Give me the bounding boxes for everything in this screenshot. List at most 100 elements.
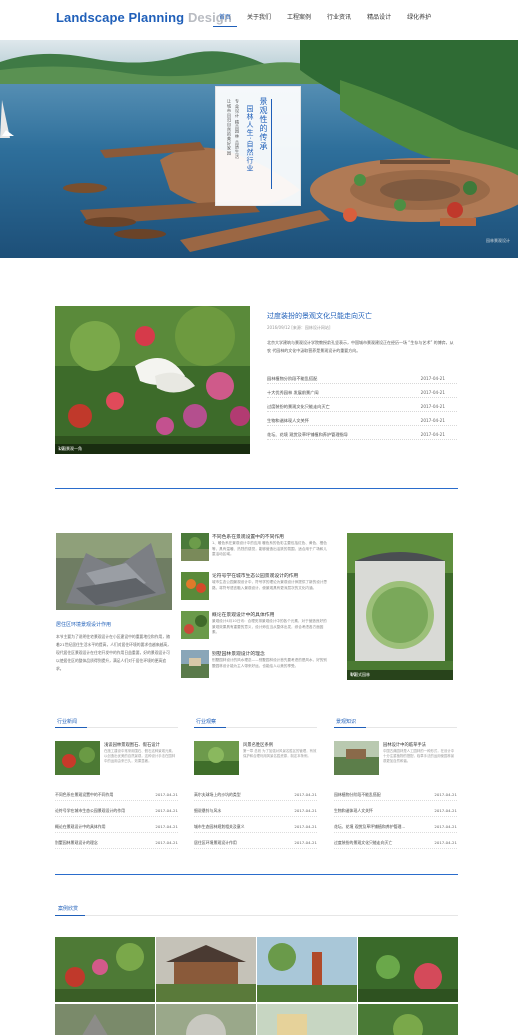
banner-headline: 景观性的传承 — [259, 97, 268, 151]
column-tab[interactable]: 行业观察 — [196, 718, 216, 725]
list-item[interactable]: 十大优秀园林 发展前景广阔 2017-04-21 — [267, 384, 457, 398]
nav-item-about[interactable]: 关于我们 — [239, 10, 279, 28]
feature-meta: 2016/09/12 [来源：园林设计网站] — [267, 325, 331, 330]
list-item-date: 2017-04-21 — [434, 792, 457, 797]
list-item-title: 园林植物分阶段不能乱搭配 — [334, 792, 381, 797]
list-item[interactable]: 园林植物分阶段不能乱搭配 2017-04-21 — [334, 785, 457, 801]
list-item-date: 2017-04-21 — [155, 840, 178, 845]
list-item-title: 居住区环境景观设计作用 — [194, 840, 237, 845]
banner-tagline-1: 专业设计 精品园林 品质生活 — [235, 99, 240, 159]
middle-right-image[interactable]: 中国式园林 1/2 — [347, 533, 453, 680]
list-item[interactable]: 别墅园林景观设计的理念 别墅园林设计的风水理念——别墅园林设计首先要考虑的是风水… — [181, 650, 331, 680]
list-item[interactable]: 概论在景观设计中的具体作用 景观设计4月10日讯：合理安排景观设计中的各个元素，… — [181, 611, 331, 641]
column-headline-summary: 第一章 总则 为了加强对风景名胜区的管理，有效保护和合理利用风景名胜资源，制定本… — [243, 749, 317, 758]
gallery-photo — [156, 1004, 256, 1035]
gallery-photo — [156, 937, 256, 1002]
list-item-title: 生物和谐体现人文关怀 — [267, 418, 309, 423]
list-item-title: 花坛、花境 观赏及草坪铺植和养护管理指导 — [267, 432, 348, 437]
gallery-item[interactable] — [156, 937, 256, 1002]
nav-item-home[interactable]: 首页 — [211, 10, 239, 28]
list-item-title: 城市生态园林规划相关及意义 — [194, 824, 245, 829]
list-item[interactable]: 花坛、花境 观赏及草坪铺植和养护管理… 2017-04-21 — [334, 817, 457, 833]
list-item-title: 概论在景观设计中的具体作用 — [212, 613, 275, 618]
gallery-tab[interactable]: 案例欣赏 — [58, 905, 78, 912]
hero-banner[interactable]: 景观性的传承 园林人生·自然行业 专业设计 精品园林 品质生活 让城市回归自然的… — [0, 40, 518, 258]
column-headline-thumbnail[interactable] — [334, 741, 379, 775]
section-divider — [55, 488, 458, 489]
feature-description: 北京大学建筑与景观设计学院教授俞孔坚表示，中国城市景观建设正在经历一场 “生存与… — [267, 340, 454, 353]
column-headline-summary: 在施工建设中常采用围石、假石这种景观元素，以创造出优美的自然景观，这种设计手法在… — [104, 749, 176, 763]
column-headline-title[interactable]: 园林设计中的临草手法 — [383, 742, 426, 748]
middle-right-pager[interactable]: 1/2 — [350, 672, 450, 677]
list-item[interactable]: 园林植物分阶段不能乱搭配 2017-04-21 — [267, 370, 457, 384]
list-item[interactable]: 概论在景观设计中的具体作用 2017-04-21 — [55, 817, 178, 833]
middle-left-image[interactable] — [56, 533, 172, 610]
list-item-summary: 景观设计4月10日讯：合理安排景观设计中的各个元素，对于营造良好的景观效果具有重… — [212, 619, 327, 634]
list-item-date: 2017-04-21 — [155, 792, 178, 797]
site-logo[interactable]: Landscape Planning Design — [56, 10, 232, 25]
list-item[interactable]: 论符号学在城市生态公园景观设计的作用 2017-04-21 — [55, 801, 178, 817]
list-item[interactable]: 居住区环境景观设计作用 2017-04-21 — [194, 833, 317, 849]
gallery-photo — [55, 1004, 155, 1035]
gallery-item[interactable] — [55, 1004, 155, 1035]
gallery-photo — [55, 937, 155, 1002]
list-item-summary: 1、暖色系在景观设计中的应用 暖色系的色彩主要包括红色、黄色、橙色等，具有温暖、… — [212, 541, 327, 556]
list-item-date: 2017-04-21 — [294, 840, 317, 845]
banner-slogan-card: 景观性的传承 园林人生·自然行业 专业设计 精品园林 品质生活 让城市回归自然的… — [215, 86, 301, 206]
main-nav: 首页 关于我们 工程案例 行业资讯 精品设计 绿化养护 — [211, 10, 439, 28]
list-item-title: 论符号学在城市生态公园景观设计的作用 — [55, 808, 126, 813]
gallery-item[interactable] — [257, 937, 357, 1002]
list-item-title: 高尔夫球场上的沙坑的类型 — [194, 792, 241, 797]
feature-pager[interactable]: 1/2 — [58, 446, 247, 451]
gallery-item[interactable] — [55, 937, 155, 1002]
list-item-title: 不同色系在景观设置中的不同作用 — [212, 535, 284, 540]
column-tab-underline — [55, 727, 178, 728]
list-item[interactable]: 生物和谐体现人文关怀 2017-04-21 — [267, 412, 457, 426]
list-item[interactable]: 别墅园林景观设计的理念 2017-04-21 — [55, 833, 178, 849]
gallery-item[interactable] — [358, 1004, 458, 1035]
list-item[interactable]: 花坛、花境 观赏及草坪铺植和养护管理指导 2017-04-21 — [267, 426, 457, 440]
list-item-date: 2017-04-21 — [434, 840, 457, 845]
column-tab[interactable]: 景观知识 — [336, 718, 356, 725]
list-item[interactable]: 论符号学在城市生态公园景观设计的作用 城市生态公园景观设计中，符号学的理论为景观… — [181, 572, 331, 602]
list-item[interactable]: 高尔夫球场上的沙坑的类型 2017-04-21 — [194, 785, 317, 801]
list-item[interactable]: 不同色系在景观设置中的不同作用 2017-04-21 — [55, 785, 178, 801]
nav-item-design[interactable]: 精品设计 — [359, 10, 399, 28]
gallery-item[interactable] — [156, 1004, 256, 1035]
feature-image-caption-bar: 公园景观一角 1/2 — [55, 444, 250, 454]
list-item[interactable]: 不同色系在景观设置中的不同作用 1、暖色系在景观设计中的应用 暖色系的色彩主要包… — [181, 533, 331, 563]
nav-item-cases[interactable]: 工程案例 — [279, 10, 319, 28]
logo-primary: Landscape Planning — [56, 10, 185, 25]
column-headline-thumbnail[interactable] — [194, 741, 239, 775]
middle-left-title[interactable]: 居住区环境景观设计作用 — [56, 621, 111, 628]
banner-tagline-2: 让城市回归自然的美好家园 — [227, 99, 232, 156]
feature-title[interactable]: 过度装扮的景观文化只能走向灭亡 — [267, 311, 372, 321]
banner-divider — [271, 99, 272, 189]
nav-item-maintenance[interactable]: 绿化养护 — [399, 10, 439, 28]
list-item-title: 别墅园林景观设计的理念 — [55, 840, 98, 845]
nav-item-news[interactable]: 行业资讯 — [319, 10, 359, 28]
list-item[interactable]: 过度装扮的景观文化只能走向灭亡 2017-04-21 — [267, 398, 457, 412]
banner-subheadline: 园林人生·自然行业 — [246, 105, 254, 173]
gallery-photo — [257, 1004, 357, 1035]
list-item-thumbnail — [181, 611, 209, 639]
list-item[interactable]: 细说悬铃与风水 2017-04-21 — [194, 801, 317, 817]
column-headline-title[interactable]: 风景名胜区条例 — [243, 742, 273, 748]
column-headline-thumbnail[interactable] — [55, 741, 100, 775]
banner-caption: 园林景观设计 — [486, 238, 510, 243]
list-item-date: 2017-04-21 — [420, 432, 445, 437]
list-item-title: 细说悬铃与风水 — [194, 808, 222, 813]
column-tab[interactable]: 行业新闻 — [57, 718, 77, 725]
list-item-date: 2017-04-21 — [434, 808, 457, 813]
list-item[interactable]: 过度装扮的景观文化只能走向灭亡 2017-04-21 — [334, 833, 457, 849]
gallery-item[interactable] — [358, 937, 458, 1002]
feature-image[interactable]: 公园景观一角 1/2 — [55, 306, 250, 454]
gallery-item[interactable] — [257, 1004, 357, 1035]
list-item-summary: 城市生态公园景观设计中，符号学的理论为景观设计师提供了新的设计思路，将符号语言融… — [212, 580, 327, 590]
list-item-title: 别墅园林景观设计的理念 — [212, 652, 265, 657]
list-item[interactable]: 生物和谐体现人文关怀 2017-04-21 — [334, 801, 457, 817]
gallery-photo — [358, 937, 458, 1002]
moon-gate-photo — [347, 533, 453, 680]
column-headline-title[interactable]: 浅谈园林景观围石、假石设计 — [104, 742, 160, 748]
list-item[interactable]: 城市生态园林规划相关及意义 2017-04-21 — [194, 817, 317, 833]
